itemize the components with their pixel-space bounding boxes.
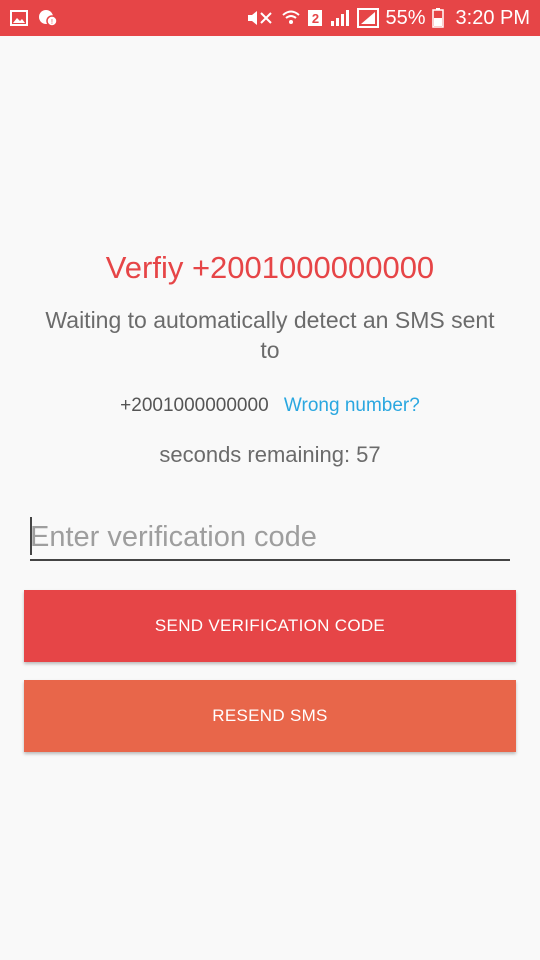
wrong-number-link[interactable]: Wrong number?: [284, 395, 420, 416]
status-bar: ! 2 55% 3:20 PM: [0, 0, 540, 36]
mute-icon: [245, 8, 275, 28]
text-cursor: [30, 517, 32, 555]
signal-2-icon: [357, 8, 380, 28]
sim-badge: 2: [307, 9, 323, 27]
notification-icon: !: [38, 9, 58, 27]
send-verification-code-button[interactable]: SEND VERIFICATION CODE: [24, 590, 516, 662]
number-row: +2001000000000 Wrong number?: [0, 393, 540, 419]
clock: 3:20 PM: [455, 6, 530, 29]
verify-title: Verfiy +2001000000000: [105, 250, 435, 285]
battery-percent: 55%: [385, 7, 426, 29]
wifi-icon: [281, 8, 301, 28]
countdown: seconds remaining: 57: [0, 440, 540, 470]
verification-code-input[interactable]: [30, 515, 510, 561]
svg-text:!: !: [51, 19, 53, 26]
gallery-icon: [10, 10, 28, 26]
countdown-value: 57: [356, 442, 381, 467]
battery-icon: [431, 8, 444, 28]
waiting-message: Waiting to automatically detect an SMS s…: [45, 307, 495, 363]
countdown-label: seconds remaining:: [159, 442, 351, 467]
phone-number: +2001000000000: [120, 395, 269, 416]
signal-icon: [329, 9, 351, 27]
resend-sms-button[interactable]: RESEND SMS: [24, 680, 516, 752]
